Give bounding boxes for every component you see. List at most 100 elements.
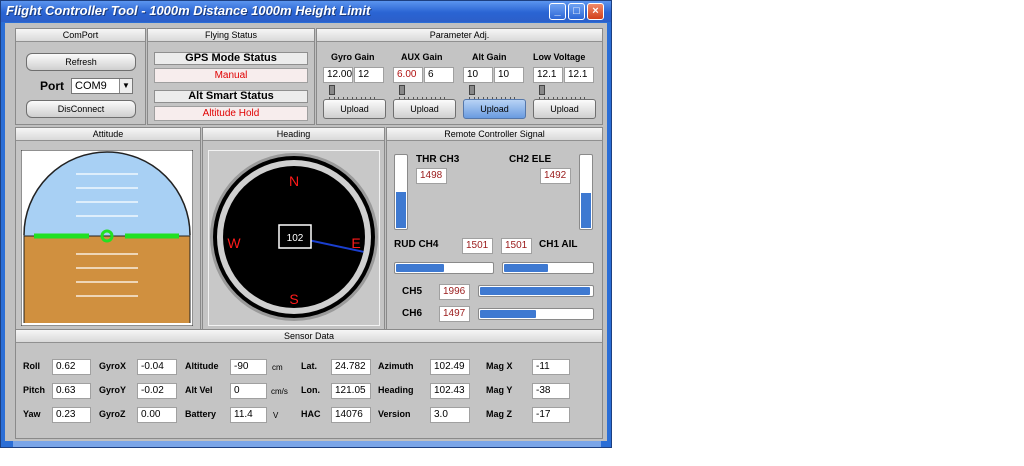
low-voltage-upload-button[interactable]: Upload bbox=[533, 99, 596, 119]
alt-smart-value: Altitude Hold bbox=[154, 106, 308, 121]
gyroy-label: GyroY bbox=[99, 385, 127, 395]
rud-label: RUD CH4 bbox=[394, 239, 439, 250]
attitude-title: Attitude bbox=[16, 128, 200, 141]
alt-vel-label: Alt Vel bbox=[185, 385, 213, 395]
remote-controller-title: Remote Controller Signal bbox=[387, 128, 602, 141]
close-icon[interactable]: × bbox=[587, 3, 604, 20]
battery-label: Battery bbox=[185, 409, 217, 419]
alt-gain-current: 10 bbox=[494, 67, 524, 83]
slider-thumb[interactable] bbox=[469, 85, 475, 95]
app-window: Flight Controller Tool - 1000m Distance … bbox=[0, 0, 612, 448]
aux-gain-slider[interactable] bbox=[397, 84, 447, 100]
comport-panel: ComPort Refresh Port COM9 ▼ DisConnect bbox=[15, 28, 146, 125]
rud-value: 1501 bbox=[462, 238, 493, 254]
gyro-gain-label: Gyro Gain bbox=[331, 52, 375, 62]
south-label: S bbox=[289, 291, 298, 307]
aux-gain-current: 6 bbox=[424, 67, 454, 83]
port-value: COM9 bbox=[75, 80, 107, 92]
heading-panel: Heading 102 N E S W bbox=[202, 127, 385, 330]
maximize-icon[interactable]: □ bbox=[568, 3, 585, 20]
low-voltage-label: Low Voltage bbox=[533, 52, 586, 62]
north-label: N bbox=[289, 173, 299, 189]
magz-label: Mag Z bbox=[486, 409, 512, 419]
flying-status-panel: Flying Status GPS Mode Status Manual Alt… bbox=[147, 28, 315, 125]
aux-upload-button[interactable]: Upload bbox=[393, 99, 456, 119]
sensor-data-panel: Sensor Data Roll 0.62 Pitch 0.63 Yaw 0.2… bbox=[15, 329, 603, 439]
alt-gain-input[interactable]: 10 bbox=[463, 67, 493, 83]
chevron-down-icon[interactable]: ▼ bbox=[119, 79, 132, 93]
heading-title: Heading bbox=[203, 128, 384, 141]
roll-value: 0.62 bbox=[52, 359, 91, 375]
attitude-panel: Attitude bbox=[15, 127, 201, 330]
altitude-label: Altitude bbox=[185, 361, 219, 371]
aux-gain-input[interactable]: 6.00 bbox=[393, 67, 423, 83]
magz-value: -17 bbox=[532, 407, 570, 423]
artificial-horizon bbox=[21, 150, 193, 326]
gps-mode-value: Manual bbox=[154, 68, 308, 83]
low-voltage-input[interactable]: 12.1 bbox=[533, 67, 563, 83]
version-value: 3.0 bbox=[430, 407, 470, 423]
gyro-gain-current: 12 bbox=[354, 67, 384, 83]
heading-label: Heading bbox=[378, 385, 414, 395]
magy-value: -38 bbox=[532, 383, 570, 399]
slider-thumb[interactable] bbox=[329, 85, 335, 95]
azimuth-value: 102.49 bbox=[430, 359, 470, 375]
aux-gain-label: AUX Gain bbox=[401, 52, 443, 62]
port-label: Port bbox=[40, 79, 64, 93]
low-voltage-slider[interactable] bbox=[537, 84, 587, 100]
magx-value: -11 bbox=[532, 359, 570, 375]
gyrox-value: -0.04 bbox=[137, 359, 177, 375]
ail-label: CH1 AIL bbox=[539, 239, 578, 250]
parameter-panel: Parameter Adj. Gyro Gain 12.00 12 Upload… bbox=[316, 28, 603, 125]
ele-label: CH2 ELE bbox=[509, 154, 552, 165]
ail-bar bbox=[502, 262, 594, 274]
port-select[interactable]: COM9 ▼ bbox=[71, 78, 133, 94]
pitch-label: Pitch bbox=[23, 385, 46, 395]
parameter-title: Parameter Adj. bbox=[317, 29, 602, 42]
minimize-icon[interactable]: _ bbox=[549, 3, 566, 20]
yaw-value: 0.23 bbox=[52, 407, 91, 423]
rud-bar bbox=[394, 262, 494, 274]
lon-value: 121.05 bbox=[331, 383, 371, 399]
slider-thumb[interactable] bbox=[539, 85, 545, 95]
gyro-gain-input[interactable]: 12.00 bbox=[323, 67, 353, 83]
magx-label: Mag X bbox=[486, 361, 513, 371]
magy-label: Mag Y bbox=[486, 385, 513, 395]
ch6-bar bbox=[478, 308, 594, 320]
gyroz-value: 0.00 bbox=[137, 407, 177, 423]
low-voltage-current: 12.1 bbox=[564, 67, 594, 83]
thr-label: THR CH3 bbox=[416, 154, 460, 165]
gyro-upload-button[interactable]: Upload bbox=[323, 99, 386, 119]
remote-controller-panel: Remote Controller Signal THR CH3 1498 CH… bbox=[386, 127, 603, 330]
azimuth-label: Azimuth bbox=[378, 361, 414, 371]
title-bar[interactable]: Flight Controller Tool - 1000m Distance … bbox=[1, 1, 611, 22]
alt-smart-heading: Alt Smart Status bbox=[154, 90, 308, 103]
client-area: ComPort Refresh Port COM9 ▼ DisConnect F… bbox=[5, 23, 607, 441]
battery-value: 11.4 bbox=[230, 407, 267, 423]
ele-value: 1492 bbox=[540, 168, 571, 184]
sensor-data-title: Sensor Data bbox=[16, 330, 602, 343]
lat-value: 24.782 bbox=[331, 359, 371, 375]
gyrox-label: GyroX bbox=[99, 361, 127, 371]
gyro-gain-slider[interactable] bbox=[327, 84, 377, 100]
alt-gain-slider[interactable] bbox=[467, 84, 517, 100]
alt-upload-button[interactable]: Upload bbox=[463, 99, 526, 119]
refresh-button[interactable]: Refresh bbox=[26, 53, 136, 71]
heading-readout: 102 bbox=[287, 233, 304, 244]
heading-value: 102.43 bbox=[430, 383, 470, 399]
east-label: E bbox=[351, 235, 360, 251]
altitude-value: -90 bbox=[230, 359, 267, 375]
disconnect-button[interactable]: DisConnect bbox=[26, 100, 136, 118]
gyroz-label: GyroZ bbox=[99, 409, 126, 419]
lon-label: Lon. bbox=[301, 385, 320, 395]
ch6-label: CH6 bbox=[402, 308, 423, 319]
hac-value: 14076 bbox=[331, 407, 371, 423]
ch6-value: 1497 bbox=[439, 306, 470, 322]
alt-vel-value: 0 bbox=[230, 383, 267, 399]
ail-value: 1501 bbox=[501, 238, 532, 254]
battery-unit: V bbox=[273, 411, 279, 420]
comport-title: ComPort bbox=[16, 29, 145, 42]
alt-gain-label: Alt Gain bbox=[472, 52, 507, 62]
slider-thumb[interactable] bbox=[399, 85, 405, 95]
compass: 102 N E S W bbox=[208, 150, 380, 326]
